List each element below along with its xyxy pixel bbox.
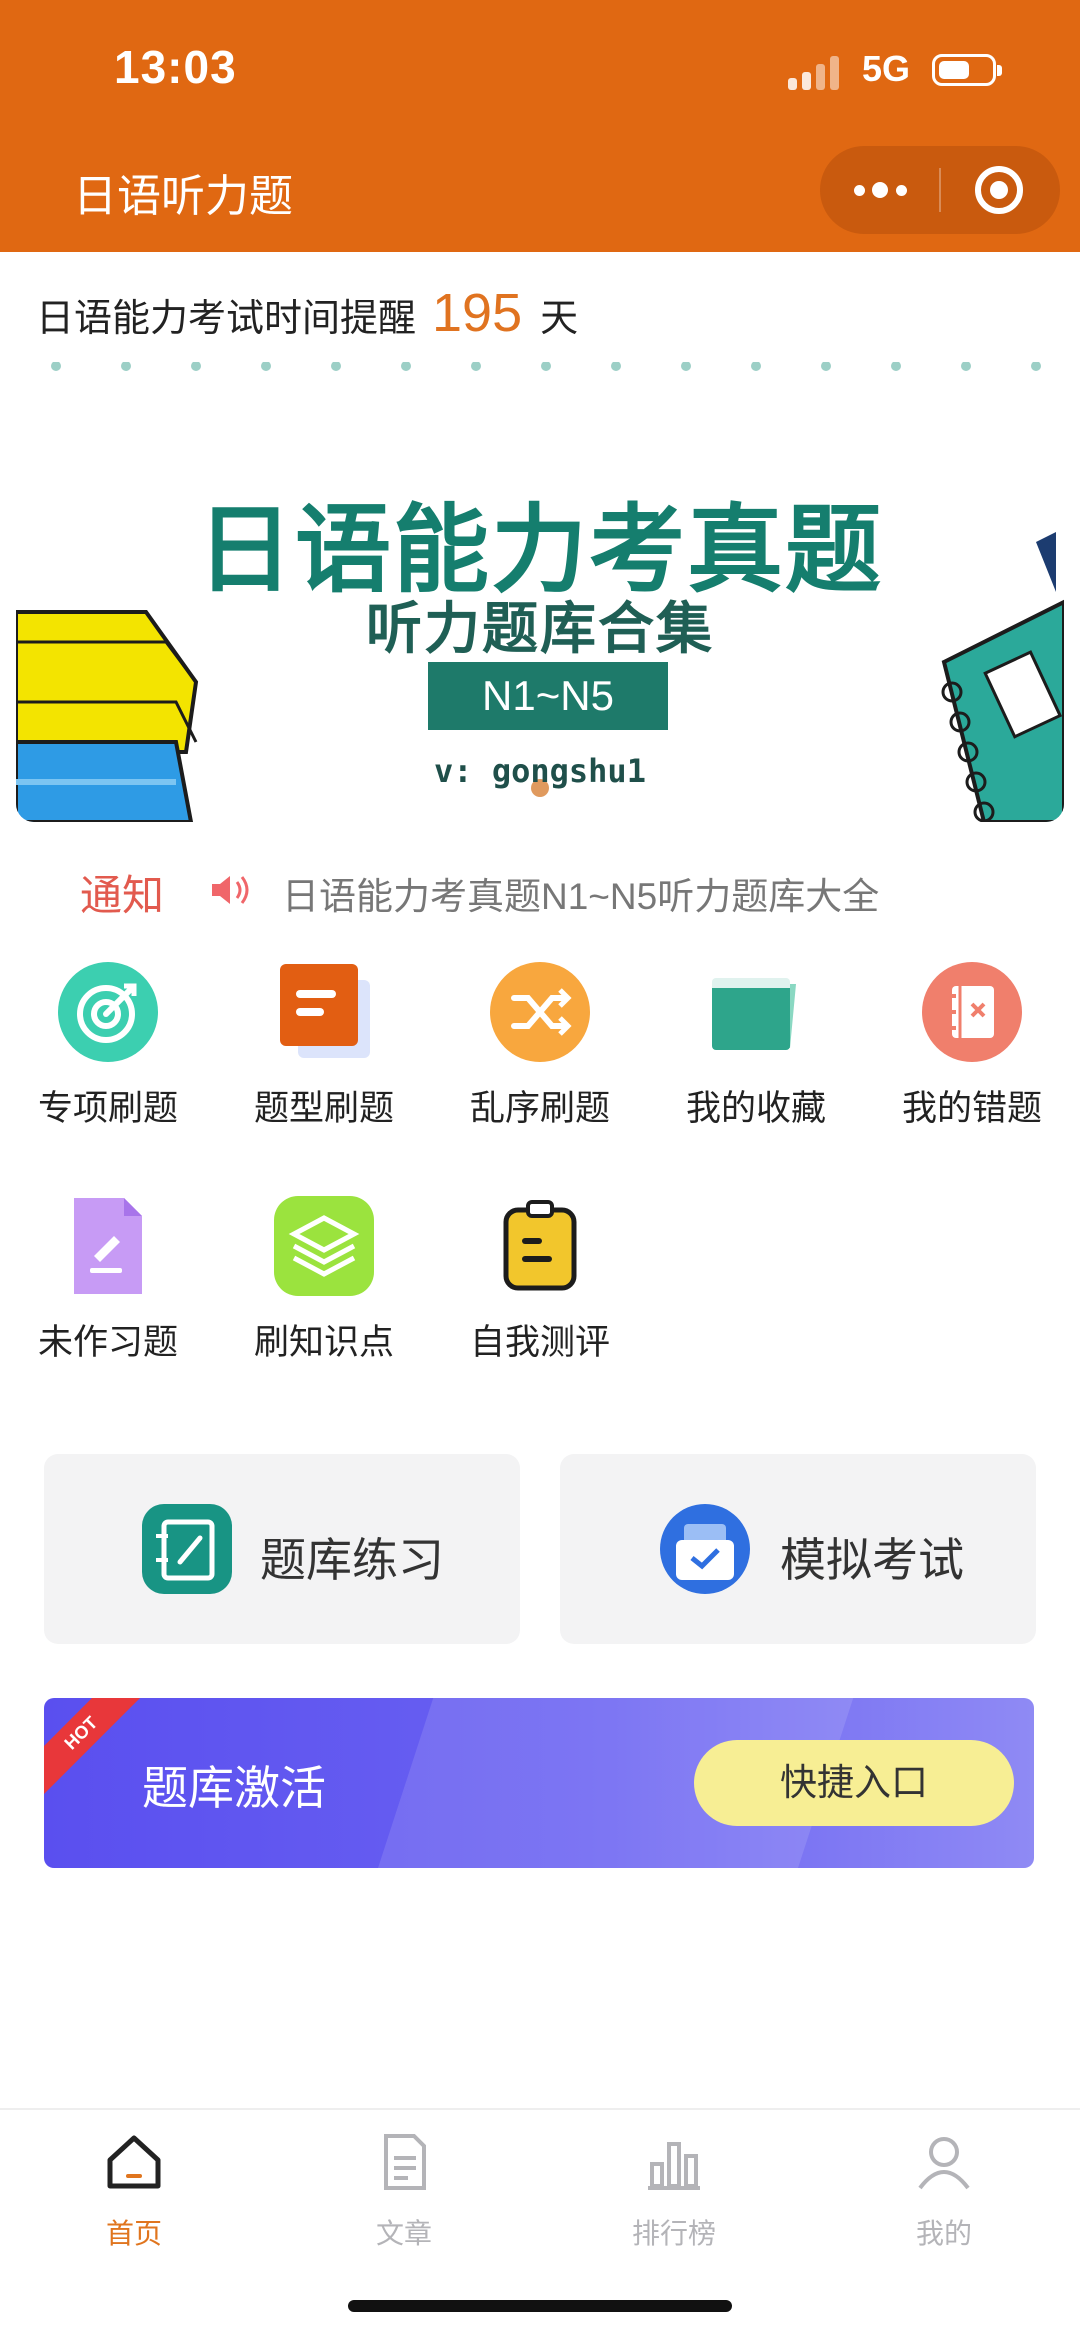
signal-icon <box>788 54 846 90</box>
home-icon <box>107 2135 161 2189</box>
banner-contact: v: gongshu1 <box>434 752 646 790</box>
activation-title: 题库激活 <box>142 1762 326 1814</box>
document-icon <box>280 964 370 1058</box>
close-target-icon[interactable] <box>975 166 1023 214</box>
ranking-icon <box>648 2142 700 2190</box>
grid-item-wrong-answers[interactable]: 我的错题 <box>864 962 1080 1162</box>
notice-tag: 通知 <box>80 872 165 919</box>
grid-item-knowledge-points[interactable]: 刷知识点 <box>216 1196 432 1396</box>
practice-icon <box>142 1504 232 1594</box>
card-label: 模拟考试 <box>780 1534 964 1586</box>
quick-entry-button[interactable]: 快捷入口 <box>694 1740 1014 1826</box>
exam-icon <box>660 1504 750 1594</box>
banner-level-badge: N1~N5 <box>428 662 668 730</box>
exam-countdown: 日语能力考试时间提醒 195 天 <box>36 282 579 343</box>
grid-label: 刷知识点 <box>253 1323 394 1362</box>
clipboard-icon <box>503 1200 577 1291</box>
tab-label: 文章 <box>375 2218 432 2249</box>
notice-bar[interactable]: 通知 日语能力考真题N1~N5听力题库大全 <box>0 858 1080 919</box>
network-label: 5G <box>862 48 911 89</box>
hot-badge: HOT <box>44 1698 147 1799</box>
grid-label: 我的收藏 <box>685 1089 826 1128</box>
grid-item-favorites[interactable]: 我的收藏 <box>648 962 864 1162</box>
profile-icon <box>918 2137 970 2190</box>
home-indicator <box>348 2300 732 2312</box>
grid-item-self-assessment[interactable]: 自我测评 <box>432 1196 648 1396</box>
question-bank-activation-banner[interactable]: HOT 题库激活 快捷入口 <box>44 1698 1034 1868</box>
card-label: 题库练习 <box>260 1534 444 1586</box>
grid-label: 专项刷题 <box>37 1089 178 1128</box>
notebook-x-icon <box>922 962 1022 1062</box>
article-icon <box>384 2134 426 2190</box>
countdown-unit: 天 <box>540 298 579 340</box>
tab-profile[interactable]: 我的 <box>844 2130 1044 2250</box>
target-icon <box>58 962 158 1062</box>
countdown-days: 195 <box>432 283 523 343</box>
grid-label: 我的错题 <box>901 1089 1042 1128</box>
folder-icon <box>712 978 796 1050</box>
grid-item-shuffle-practice[interactable]: 乱序刷题 <box>432 962 648 1162</box>
tab-label: 我的 <box>915 2218 972 2249</box>
banner-subtitle: 听力题库合集 <box>366 597 714 660</box>
mock-exam-card[interactable]: 模拟考试 <box>560 1454 1036 1644</box>
grid-label: 未作习题 <box>37 1323 178 1362</box>
edit-file-icon <box>74 1198 142 1294</box>
layers-icon <box>274 1196 374 1296</box>
grid-item-type-practice[interactable]: 题型刷题 <box>216 962 432 1162</box>
battery-icon <box>932 54 1002 86</box>
promo-banner[interactable]: 日语能力考真题 听力题库合集 N1~N5 v: gongshu1 <box>16 362 1064 822</box>
grid-item-special-practice[interactable]: 专项刷题 <box>0 962 216 1162</box>
notice-text: 日语能力考真题N1~N5听力题库大全 <box>282 876 880 917</box>
app-header: 13:03 5G 日语听力题 <box>0 0 1080 252</box>
question-bank-practice-card[interactable]: 题库练习 <box>44 1454 520 1644</box>
grid-item-undone-exercises[interactable]: 未作习题 <box>0 1196 216 1396</box>
tab-ranking[interactable]: 排行榜 <box>574 2130 774 2250</box>
status-time: 13:03 <box>114 41 237 93</box>
shuffle-icon <box>490 962 590 1062</box>
tab-label: 排行榜 <box>631 2218 716 2249</box>
tab-articles[interactable]: 文章 <box>304 2130 504 2250</box>
speaker-icon <box>212 876 249 904</box>
countdown-label: 日语能力考试时间提醒 <box>36 298 417 340</box>
more-icon[interactable] <box>850 174 920 206</box>
miniprogram-capsule <box>820 146 1060 234</box>
page-title: 日语听力题 <box>73 172 293 221</box>
grid-label: 乱序刷题 <box>469 1089 610 1128</box>
tab-home[interactable]: 首页 <box>34 2130 234 2250</box>
grid-label: 自我测评 <box>469 1323 610 1362</box>
tab-label: 首页 <box>105 2218 162 2249</box>
grid-label: 题型刷题 <box>253 1089 394 1128</box>
